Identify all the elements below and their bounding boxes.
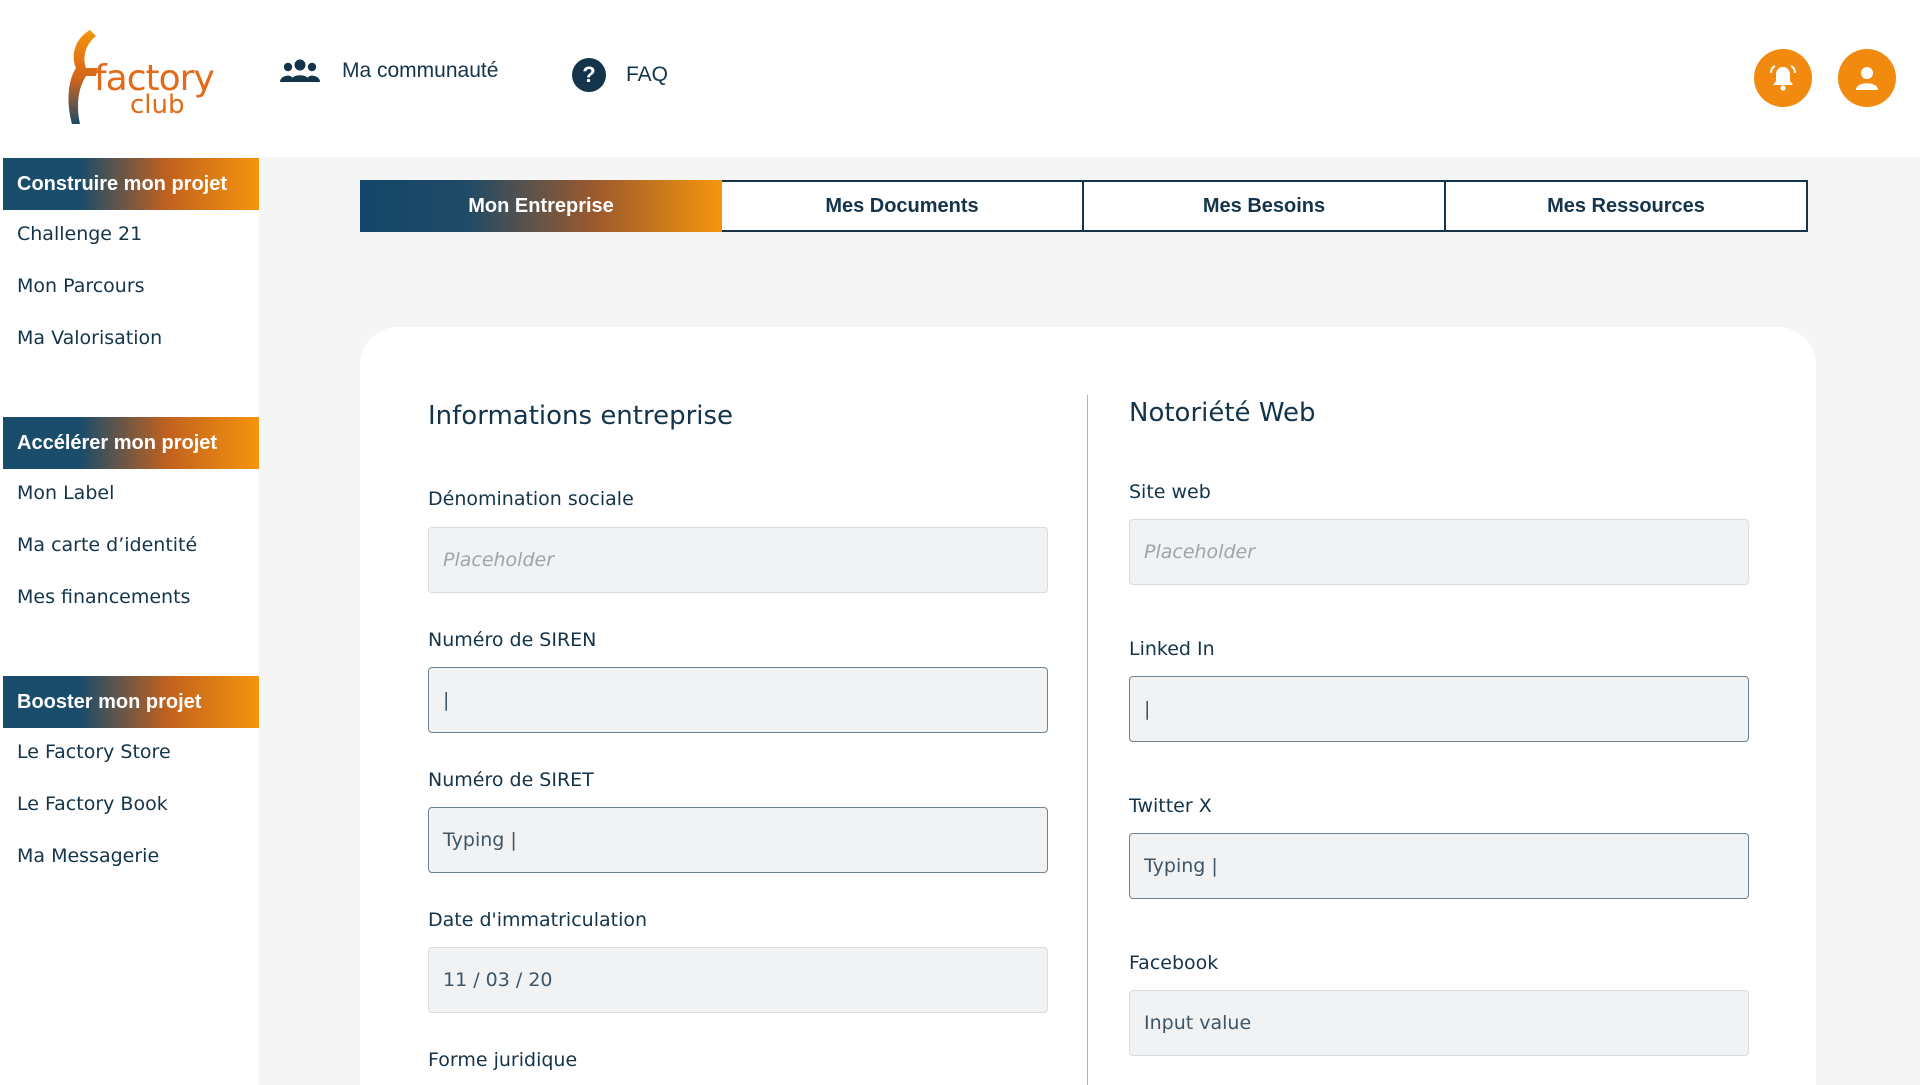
tab-mes-besoins[interactable]: Mes Besoins [1084, 180, 1446, 232]
sidebar-section-accelerer[interactable]: Accélérer mon projet [3, 417, 259, 469]
bell-icon [1770, 65, 1796, 91]
date-immatriculation-input[interactable]: 11 / 03 / 20 [428, 947, 1048, 1013]
notifications-button[interactable] [1754, 49, 1812, 107]
nav-faq[interactable]: ? FAQ [572, 58, 668, 92]
label-site-web: Site web [1129, 481, 1211, 503]
sidebar-item-mon-label[interactable]: Mon Label [17, 482, 114, 504]
tab-mon-entreprise[interactable]: Mon Entreprise [360, 180, 722, 232]
label-facebook: Facebook [1129, 952, 1219, 974]
sidebar-item-mes-financements[interactable]: Mes financements [17, 586, 190, 608]
section-title-informations: Informations entreprise [428, 401, 734, 431]
label-siren: Numéro de SIREN [428, 629, 597, 651]
tab-mes-documents[interactable]: Mes Documents [722, 180, 1084, 232]
label-linkedin: Linked In [1129, 638, 1215, 660]
community-icon [280, 58, 320, 84]
twitter-x-input[interactable]: Typing | [1129, 833, 1749, 899]
logo-text-club: club [130, 90, 185, 120]
section-title-notoriete: Notoriété Web [1129, 398, 1316, 428]
linkedin-input[interactable]: | [1129, 676, 1749, 742]
label-forme-juridique: Forme juridique [428, 1049, 578, 1071]
tab-mes-ressources[interactable]: Mes Ressources [1446, 180, 1808, 232]
denomination-input[interactable]: Placeholder [428, 527, 1048, 593]
sidebar-item-challenge-21[interactable]: Challenge 21 [17, 223, 142, 245]
tab-bar: Mon Entreprise Mes Documents Mes Besoins… [360, 180, 1808, 232]
nav-label-community: Ma communauté [342, 59, 499, 82]
sidebar-section-booster[interactable]: Booster mon projet [3, 676, 259, 728]
sidebar-item-factory-book[interactable]: Le Factory Book [17, 793, 168, 815]
help-icon: ? [572, 58, 606, 92]
facebook-input[interactable]: Input value [1129, 990, 1749, 1056]
column-divider [1087, 395, 1088, 1085]
siret-input[interactable]: Typing | [428, 807, 1048, 873]
label-date-immatriculation: Date d'immatriculation [428, 909, 648, 931]
label-denomination: Dénomination sociale [428, 488, 634, 510]
profile-button[interactable] [1838, 49, 1896, 107]
factory-club-logo[interactable]: factory club [62, 28, 215, 128]
sidebar-item-ma-valorisation[interactable]: Ma Valorisation [17, 327, 162, 349]
sidebar-item-factory-store[interactable]: Le Factory Store [17, 741, 171, 763]
sidebar-item-mon-parcours[interactable]: Mon Parcours [17, 275, 145, 297]
siren-input[interactable]: | [428, 667, 1048, 733]
site-web-input[interactable]: Placeholder [1129, 519, 1749, 585]
user-icon [1856, 67, 1878, 90]
nav-label-faq: FAQ [626, 63, 669, 86]
top-header: factory club Ma communauté ? FAQ [0, 0, 1920, 157]
sidebar: Construire mon projet Challenge 21 Mon P… [0, 157, 259, 1085]
label-twitter-x: Twitter X [1129, 795, 1212, 817]
sidebar-item-ma-messagerie[interactable]: Ma Messagerie [17, 845, 159, 867]
label-siret: Numéro de SIRET [428, 769, 594, 791]
nav-ma-communaute[interactable]: Ma communauté [280, 58, 498, 84]
sidebar-item-carte-identite[interactable]: Ma carte d’identité [17, 534, 197, 556]
sidebar-section-construire[interactable]: Construire mon projet [3, 158, 259, 210]
